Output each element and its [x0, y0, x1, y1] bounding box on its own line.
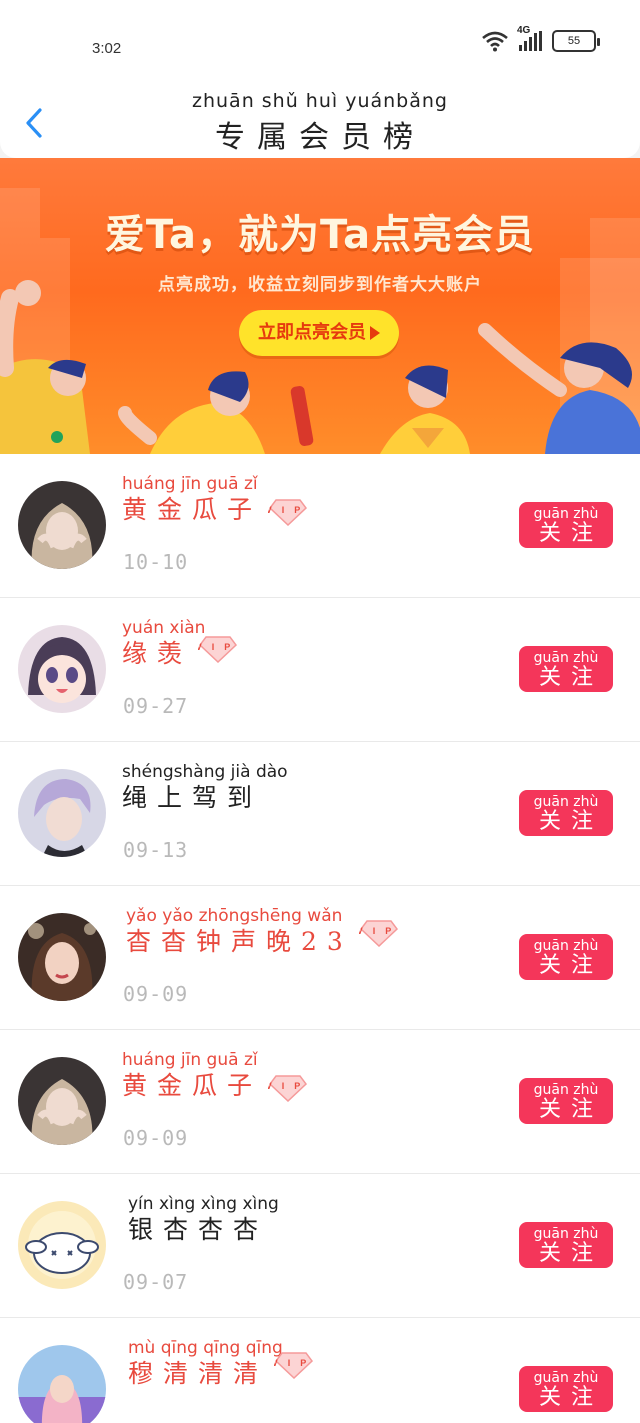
- promo-banner[interactable]: 爱Ta，就为Ta点亮会员 点亮成功，收益立刻同步到作者大大账户 立即点亮会员: [0, 158, 640, 454]
- avatar[interactable]: [18, 625, 106, 713]
- svg-text:VIP: VIP: [274, 1358, 314, 1368]
- vip-diamond-icon: VIP: [268, 1074, 308, 1102]
- status-icons: 4G 55: [481, 25, 600, 52]
- follow-button[interactable]: guān zhù 关注: [519, 934, 613, 980]
- vip-diamond-icon: VIP: [198, 635, 238, 663]
- list-item[interactable]: huáng jīn guā zǐ 黄金瓜子 VIP 09-09 guān zhù …: [0, 1030, 640, 1174]
- banner-headline: 爱Ta，就为Ta点亮会员: [104, 212, 536, 258]
- member-name-pinyin: huáng jīn guā zǐ: [122, 474, 258, 494]
- light-up-membership-button[interactable]: 立即点亮会员: [239, 310, 399, 356]
- vip-diamond-icon: VIP: [274, 1351, 314, 1379]
- status-time: 3:02: [92, 40, 122, 57]
- follow-button-pinyin: guān zhù: [533, 938, 599, 954]
- list-item[interactable]: shéngshàng jià dào 绳上驾到 09-13 guān zhù 关…: [0, 742, 640, 886]
- member-date: 09-13: [123, 838, 189, 862]
- follow-button[interactable]: guān zhù 关注: [519, 1366, 613, 1412]
- avatar[interactable]: [18, 769, 106, 857]
- network-type: 4G: [517, 25, 531, 36]
- avatar[interactable]: [18, 913, 106, 1001]
- follow-button-label: 关注: [538, 809, 603, 834]
- avatar[interactable]: [18, 1057, 106, 1145]
- svg-text:VIP: VIP: [268, 505, 308, 515]
- cellular-signal-icon: 4G: [517, 25, 542, 51]
- member-name-text: 杳杳钟声晚23: [126, 927, 353, 956]
- member-name-text: 银杏杏杏: [128, 1215, 269, 1244]
- member-name[interactable]: yín xìng xìng xìng 银杏杏杏: [122, 1194, 279, 1246]
- member-name-text: 黄金瓜子: [122, 1071, 263, 1100]
- follow-button-label: 关注: [538, 521, 603, 546]
- follow-button-label: 关注: [538, 1097, 603, 1122]
- member-list: huáng jīn guā zǐ 黄金瓜子 VIP 10-10 guān zhù …: [0, 454, 640, 1423]
- follow-button-label: 关注: [538, 665, 603, 690]
- follow-button-pinyin: guān zhù: [533, 794, 599, 810]
- member-date: 09-27: [123, 694, 189, 718]
- vip-diamond-icon: VIP: [268, 498, 308, 526]
- follow-button-pinyin: guān zhù: [533, 1082, 599, 1098]
- member-name[interactable]: yǎo yǎo zhōngshēng wǎn 杳杳钟声晚23 VIP: [122, 906, 399, 958]
- member-name[interactable]: huáng jīn guā zǐ 黄金瓜子 VIP: [122, 1050, 308, 1102]
- member-name-pinyin: yín xìng xìng xìng: [128, 1194, 279, 1214]
- avatar[interactable]: [18, 1345, 106, 1423]
- member-name[interactable]: huáng jīn guā zǐ 黄金瓜子 VIP: [122, 474, 308, 526]
- nav-header: zhuān shǔ huì yuánbǎng 专属会员榜: [0, 80, 640, 158]
- battery-icon: 55: [552, 30, 600, 52]
- member-name-text: 穆清清清: [128, 1359, 269, 1388]
- follow-button-label: 关注: [538, 1241, 603, 1266]
- list-item[interactable]: yǎo yǎo zhōngshēng wǎn 杳杳钟声晚23 VIP 09-09 …: [0, 886, 640, 1030]
- follow-button-pinyin: guān zhù: [533, 650, 599, 666]
- page-title-text: 专属会员榜: [215, 120, 425, 155]
- vip-diamond-icon: VIP: [359, 919, 399, 947]
- page-title: zhuān shǔ huì yuánbǎng 专属会员榜: [0, 90, 640, 156]
- follow-button[interactable]: guān zhù 关注: [519, 790, 613, 836]
- svg-text:VIP: VIP: [268, 1081, 308, 1091]
- member-date: 09-07: [123, 1270, 189, 1294]
- member-name[interactable]: shéngshàng jià dào 绳上驾到: [122, 762, 288, 814]
- member-name-pinyin: yǎo yǎo zhōngshēng wǎn: [126, 906, 343, 926]
- svg-text:VIP: VIP: [198, 642, 238, 652]
- follow-button-label: 关注: [538, 1385, 603, 1410]
- member-name-pinyin: shéngshàng jià dào: [122, 762, 288, 782]
- list-item[interactable]: yín xìng xìng xìng 银杏杏杏 09-07 guān zhù 关…: [0, 1174, 640, 1318]
- follow-button-pinyin: guān zhù: [533, 1226, 599, 1242]
- follow-button[interactable]: guān zhù 关注: [519, 1222, 613, 1268]
- light-up-membership-label: 立即点亮会员: [258, 322, 366, 343]
- member-name-text: 绳上驾到: [122, 783, 263, 812]
- banner-subline: 点亮成功，收益立刻同步到作者大大账户: [158, 275, 482, 295]
- list-item[interactable]: yuán xiàn 缘羡 VIP 09-27 guān zhù 关注: [0, 598, 640, 742]
- member-date: 09-09: [123, 1126, 189, 1150]
- wifi-icon: [482, 31, 508, 52]
- svg-text:VIP: VIP: [359, 926, 399, 936]
- follow-button-pinyin: guān zhù: [533, 1370, 599, 1386]
- follow-button-pinyin: guān zhù: [533, 506, 599, 522]
- member-date: 09-09: [123, 982, 189, 1006]
- avatar[interactable]: [18, 481, 106, 569]
- avatar[interactable]: [18, 1201, 106, 1289]
- follow-button[interactable]: guān zhù 关注: [519, 646, 613, 692]
- list-item[interactable]: mù qīng qīng qīng 穆清清清 VIP guān zhù 关注: [0, 1318, 640, 1423]
- member-name-text: 缘羡: [122, 639, 193, 668]
- member-date: 10-10: [123, 550, 189, 574]
- member-name[interactable]: yuán xiàn 缘羡 VIP: [122, 618, 238, 670]
- play-triangle-icon: [370, 326, 380, 340]
- member-name[interactable]: mù qīng qīng qīng 穆清清清 VIP: [122, 1338, 314, 1390]
- list-item[interactable]: huáng jīn guā zǐ 黄金瓜子 VIP 10-10 guān zhù …: [0, 454, 640, 598]
- page-title-pinyin: zhuān shǔ huì yuánbǎng: [192, 90, 448, 112]
- member-name-pinyin: huáng jīn guā zǐ: [122, 1050, 258, 1070]
- follow-button-label: 关注: [538, 953, 603, 978]
- member-name-text: 黄金瓜子: [122, 495, 263, 524]
- status-bar: 3:02 4G 55: [0, 0, 640, 80]
- follow-button[interactable]: guān zhù 关注: [519, 502, 613, 548]
- follow-button[interactable]: guān zhù 关注: [519, 1078, 613, 1124]
